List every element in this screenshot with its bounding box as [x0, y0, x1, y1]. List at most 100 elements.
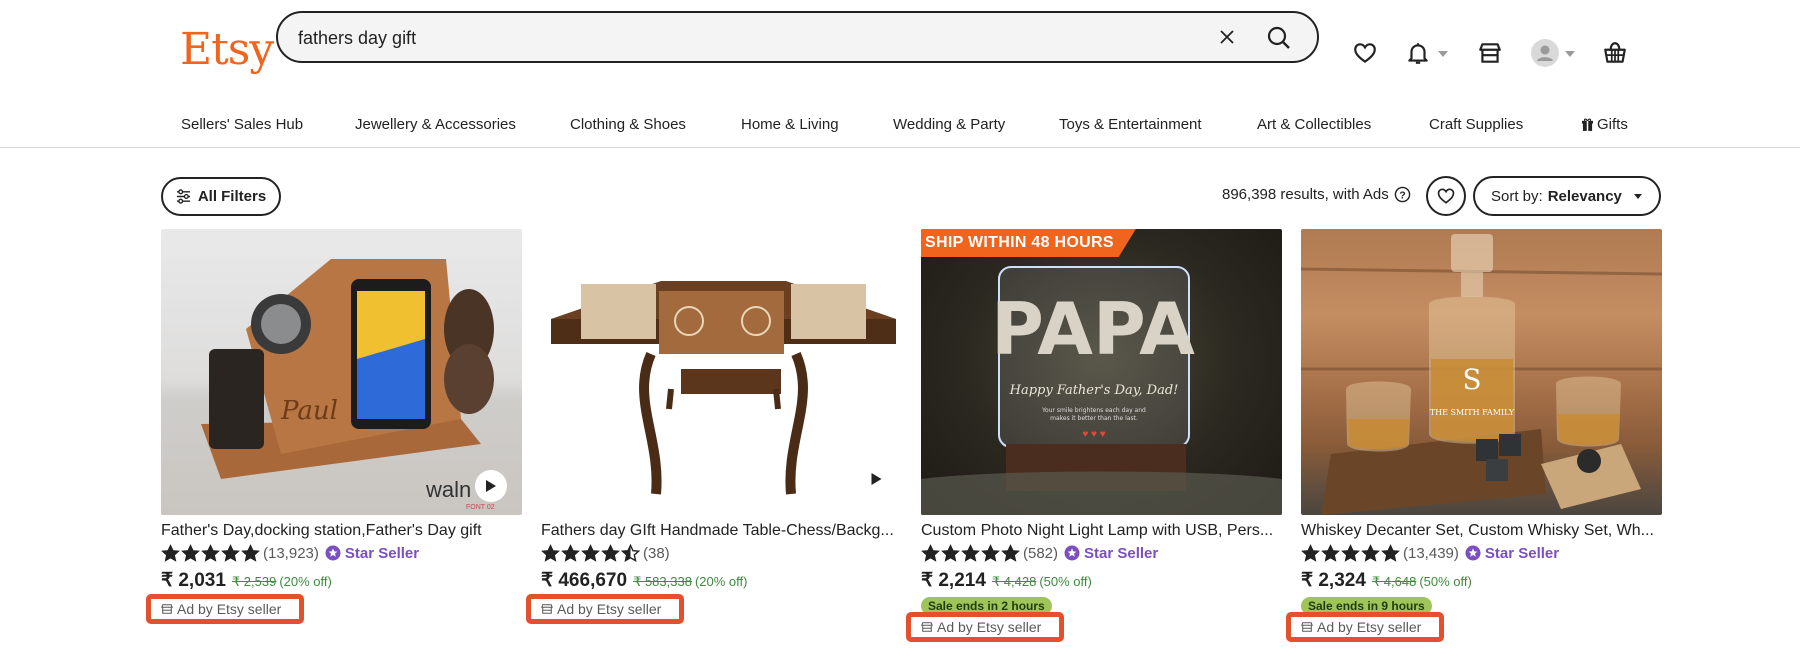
original-price: ₹ 4,428 — [991, 574, 1037, 589]
sort-dropdown[interactable]: Sort by: Relevancy — [1473, 176, 1661, 216]
ad-label[interactable]: Ad by Etsy seller — [539, 599, 674, 619]
star-seller-icon — [1465, 545, 1481, 561]
sale-price: ₹ 466,670 — [541, 570, 628, 591]
ad-label[interactable]: Ad by Etsy seller — [159, 599, 294, 619]
search-input[interactable] — [298, 25, 1178, 51]
product-card[interactable]: S THE SMITH FAMILY Whiskey Decanter Set,… — [1286, 229, 1662, 642]
search-icon[interactable] — [1265, 24, 1293, 52]
nav-gifts[interactable]: Gifts — [1582, 116, 1628, 133]
decanter-engraving: THE SMITH FAMILY — [1430, 408, 1515, 417]
product-image[interactable]: Paul waln FONT 02 — [161, 229, 522, 515]
discount: (20% off) — [279, 574, 332, 589]
star-full-icon — [1301, 543, 1320, 562]
original-price: ₹ 2,539 — [231, 574, 277, 589]
product-image[interactable]: PAPA Happy Father's Day, Dad! Your smile… — [921, 229, 1282, 515]
sale-price: ₹ 2,031 — [161, 570, 226, 591]
product-image[interactable]: S THE SMITH FAMILY — [1301, 229, 1662, 515]
svg-text:waln: waln — [425, 477, 471, 502]
nav-craft-supplies[interactable]: Craft Supplies — [1429, 116, 1523, 133]
results-text: 896,398 results, with Ads — [1222, 186, 1389, 203]
review-count: (38) — [643, 544, 670, 562]
shop-icon — [1301, 622, 1313, 632]
notifications-bell-icon[interactable] — [1403, 38, 1433, 68]
account-dropdown-caret-icon[interactable] — [1565, 51, 1575, 57]
svg-text:FONT 02: FONT 02 — [466, 504, 495, 511]
shop-manager-icon[interactable] — [1475, 38, 1505, 68]
star-full-icon — [541, 543, 560, 562]
star-half-icon — [621, 543, 640, 562]
review-count: (13,923) — [263, 544, 319, 562]
nav-sellers-sales-hub[interactable]: Sellers' Sales Hub — [181, 116, 303, 133]
nav-clothing-shoes[interactable]: Clothing & Shoes — [570, 116, 686, 133]
play-icon — [486, 480, 496, 492]
price-row: ₹ 2,031 ₹ 2,539 (20% off) — [161, 569, 522, 592]
account-avatar-icon[interactable] — [1530, 38, 1560, 68]
star-seller-badge: Star Seller — [325, 545, 419, 562]
product-title[interactable]: Fathers day GIft Handmade Table-Chess/Ba… — [541, 522, 902, 540]
svg-text:♥ ♥ ♥: ♥ ♥ ♥ — [1082, 429, 1105, 440]
chess-table-illustration — [551, 281, 896, 495]
sale-price: ₹ 2,214 — [921, 570, 986, 591]
clear-search-icon[interactable] — [1215, 25, 1239, 49]
star-rating — [161, 543, 260, 563]
product-card[interactable]: PAPA Happy Father's Day, Dad! Your smile… — [906, 229, 1282, 642]
discount: (50% off) — [1419, 574, 1472, 589]
play-video-button[interactable] — [870, 472, 883, 491]
ad-label-highlight: Ad by Etsy seller — [1286, 612, 1445, 642]
category-nav: Sellers' Sales Hub Jewellery & Accessori… — [0, 96, 1800, 148]
star-full-icon — [181, 543, 200, 562]
star-full-icon — [1381, 543, 1400, 562]
svg-text:S: S — [1462, 363, 1481, 396]
star-rating — [541, 543, 640, 563]
all-filters-button[interactable]: All Filters — [161, 177, 281, 216]
lamp-text: PAPA — [991, 287, 1195, 371]
search-bar — [276, 11, 1319, 63]
product-title[interactable]: Custom Photo Night Light Lamp with USB, … — [921, 522, 1282, 540]
etsy-logo[interactable]: Etsy — [180, 24, 274, 75]
star-full-icon — [241, 543, 260, 562]
nav-home-living[interactable]: Home & Living — [741, 116, 839, 133]
ad-label[interactable]: Ad by Etsy seller — [919, 617, 1054, 637]
price-row: ₹ 2,214 ₹ 4,428 (50% off) — [921, 569, 1282, 592]
star-full-icon — [921, 543, 940, 562]
svg-text:Happy Father's Day, Dad!: Happy Father's Day, Dad! — [1009, 383, 1179, 398]
help-question-icon[interactable]: ? — [1394, 186, 1411, 203]
heart-icon — [1437, 188, 1455, 204]
product-card[interactable]: Paul waln FONT 02 Father's Day,docking s… — [146, 229, 522, 624]
filter-sliders-icon — [176, 189, 190, 204]
ad-label[interactable]: Ad by Etsy seller — [1299, 617, 1434, 637]
star-rating — [1301, 543, 1400, 563]
star-full-icon — [941, 543, 960, 562]
ad-label-highlight: Ad by Etsy seller — [526, 594, 685, 624]
night-lamp-illustration: PAPA Happy Father's Day, Dad! Your smile… — [921, 266, 1282, 515]
shop-icon — [541, 604, 553, 614]
sort-value: Relevancy — [1547, 187, 1622, 205]
product-title[interactable]: Father's Day,docking station,Father's Da… — [161, 522, 522, 540]
play-video-button[interactable] — [475, 470, 507, 502]
sort-prefix: Sort by: — [1491, 187, 1543, 205]
discount: (50% off) — [1039, 574, 1092, 589]
star-full-icon — [561, 543, 580, 562]
nav-jewellery-accessories[interactable]: Jewellery & Accessories — [355, 116, 516, 133]
star-seller-icon — [1064, 545, 1080, 561]
star-full-icon — [221, 543, 240, 562]
product-card[interactable]: Fathers day GIft Handmade Table-Chess/Ba… — [526, 229, 902, 624]
docking-station-illustration: Paul waln FONT 02 — [201, 259, 495, 511]
product-title[interactable]: Whiskey Decanter Set, Custom Whisky Set,… — [1301, 522, 1662, 540]
favorites-heart-icon[interactable] — [1350, 38, 1380, 68]
review-count: (582) — [1023, 544, 1059, 562]
star-full-icon — [981, 543, 1000, 562]
nav-wedding-party[interactable]: Wedding & Party — [893, 116, 1005, 133]
svg-text:Your smile brightens each day: Your smile brightens each day and — [1041, 407, 1146, 414]
svg-text:makes it better than the last.: makes it better than the last. — [1050, 415, 1138, 422]
star-full-icon — [1001, 543, 1020, 562]
nav-art-collectibles[interactable]: Art & Collectibles — [1257, 116, 1371, 133]
nav-toys-entertainment[interactable]: Toys & Entertainment — [1059, 116, 1202, 133]
save-search-button[interactable] — [1426, 176, 1466, 216]
star-full-icon — [1361, 543, 1380, 562]
star-full-icon — [581, 543, 600, 562]
cart-basket-icon[interactable] — [1600, 38, 1630, 68]
product-image[interactable] — [541, 229, 902, 515]
shop-icon — [161, 604, 173, 614]
notifications-dropdown-caret-icon[interactable] — [1438, 51, 1448, 57]
